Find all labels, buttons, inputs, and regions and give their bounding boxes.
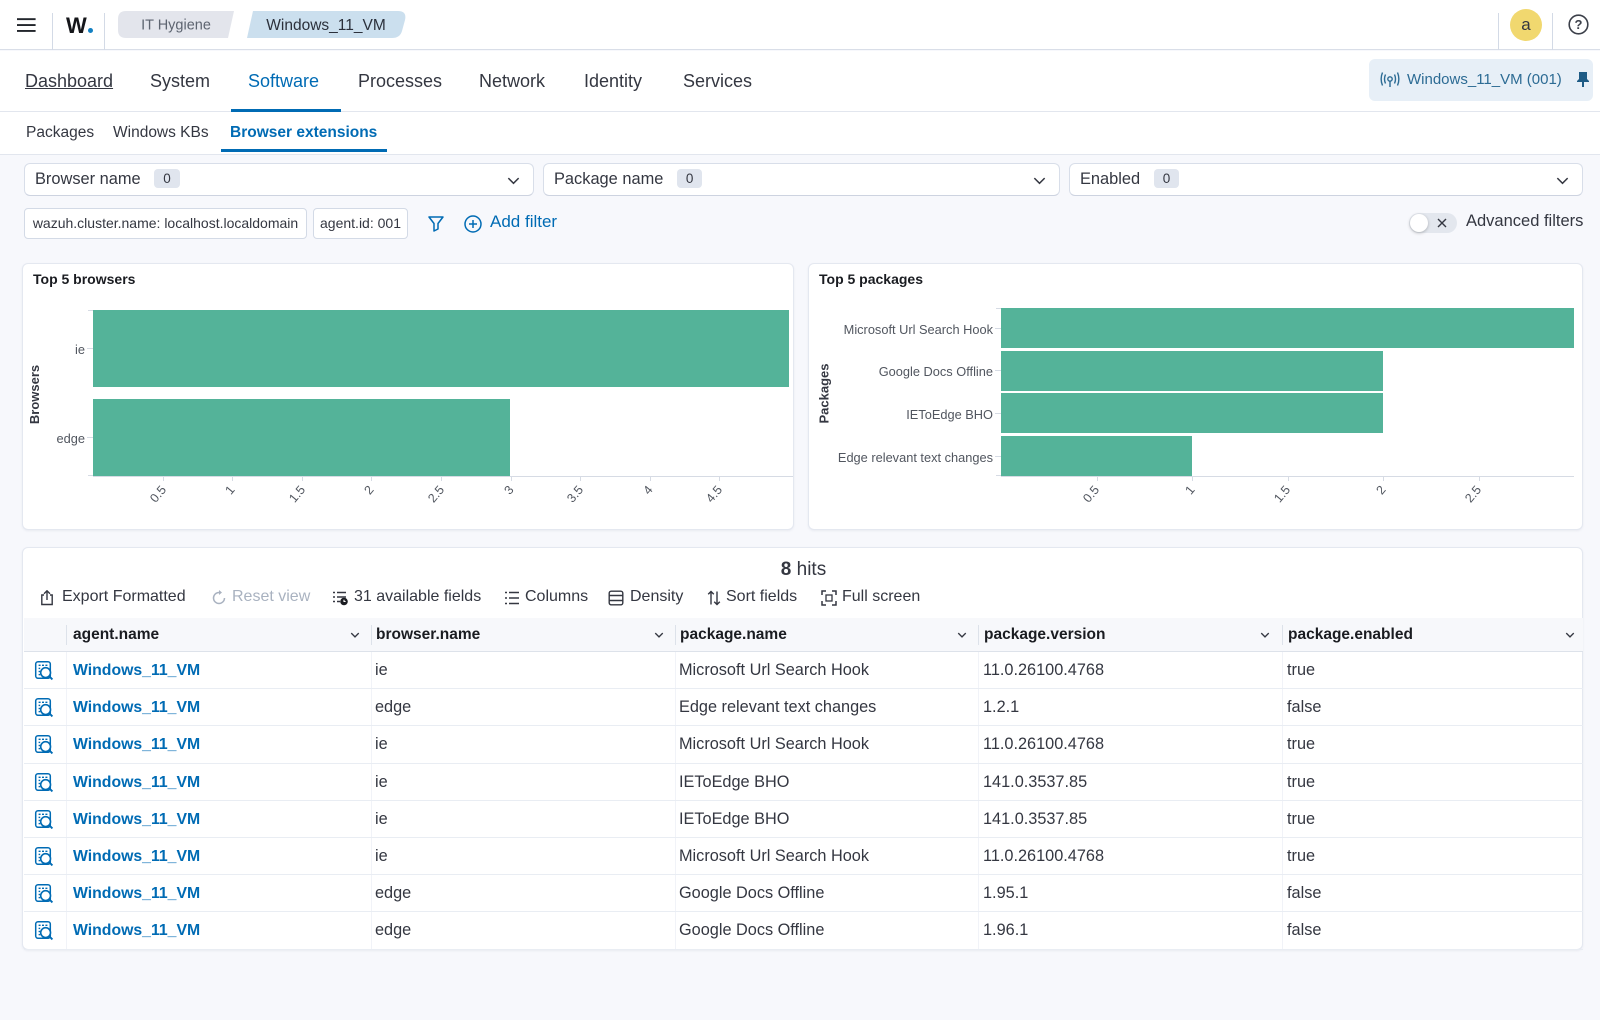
svg-text:IT Hygiene: IT Hygiene [141,18,211,34]
svg-text:Windows_11_VM: Windows_11_VM [266,17,385,34]
svg-text:?: ? [1575,17,1583,32]
